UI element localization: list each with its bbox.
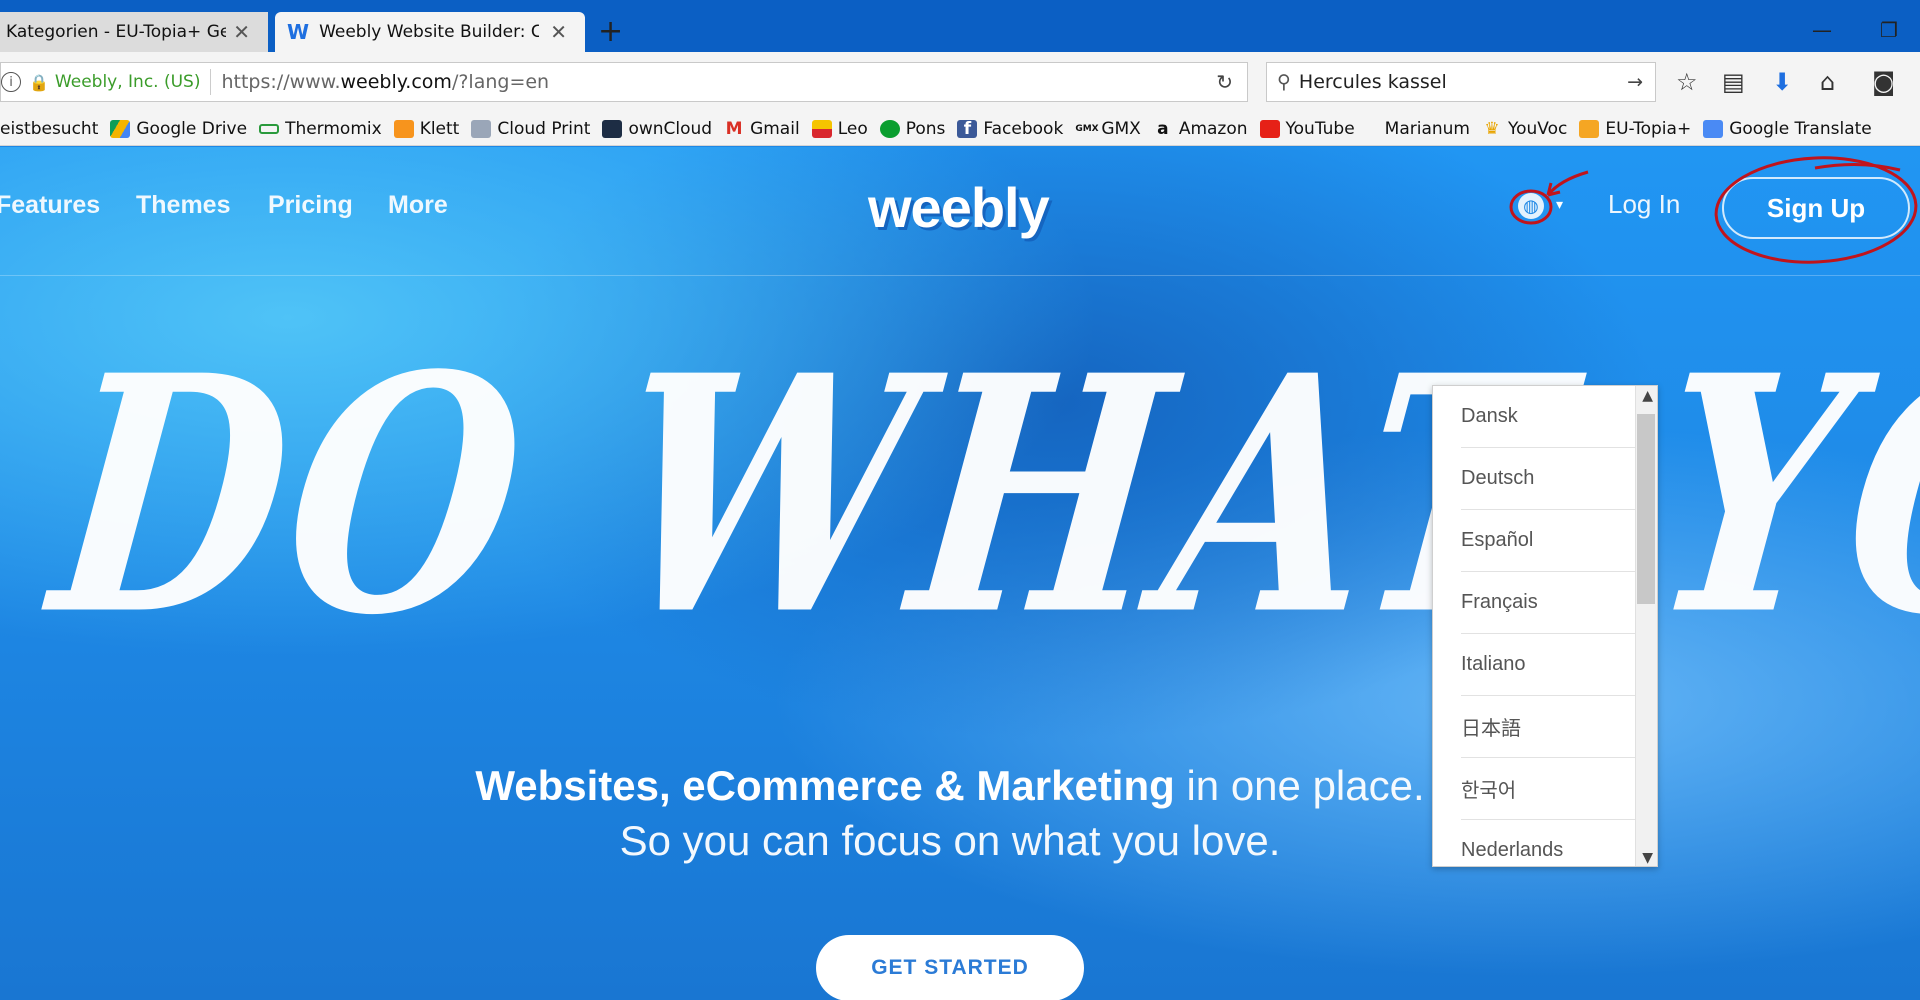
reader-list-icon[interactable]: ▤ — [1722, 68, 1745, 96]
bookmark-gmail[interactable]: M Gmail — [724, 119, 800, 139]
home-icon[interactable]: ⌂ — [1820, 68, 1835, 96]
google-translate-icon — [1703, 119, 1724, 138]
bookmark-gmx[interactable]: GMX GMX — [1075, 119, 1141, 139]
tab-title: Weebly Website Builder: Cre — [319, 22, 540, 42]
youvoc-icon: ♛ — [1484, 118, 1500, 139]
login-link[interactable]: Log In — [1608, 189, 1680, 220]
url-text[interactable]: https://www.weebly.com/?lang=en — [221, 71, 549, 93]
gmx-icon: GMX — [1075, 123, 1099, 134]
tagline-bold: Websites, eCommerce & Marketing — [475, 762, 1175, 809]
nav-more[interactable]: More — [388, 191, 448, 220]
language-option[interactable]: Français — [1461, 572, 1637, 634]
bookmarks-bar: eistbesucht Google Drive Thermomix Klett… — [0, 112, 1920, 146]
amazon-icon: a — [1157, 118, 1169, 139]
nav-pricing[interactable]: Pricing — [268, 191, 353, 220]
language-option[interactable]: Italiano — [1461, 634, 1637, 696]
address-bar[interactable]: i 🔒 Weebly, Inc. (US) https://www.weebly… — [0, 62, 1248, 102]
language-option[interactable]: Dansk — [1461, 386, 1637, 448]
search-go-icon[interactable]: → — [1627, 71, 1643, 93]
get-started-button[interactable]: GET STARTED — [816, 935, 1084, 1000]
thermomix-icon — [259, 123, 280, 134]
bookmark-youtube[interactable]: YouTube — [1259, 119, 1355, 139]
divider — [210, 69, 212, 95]
bookmark-google-translate[interactable]: Google Translate — [1703, 119, 1872, 139]
bookmark-owncloud[interactable]: ownCloud — [602, 119, 712, 139]
search-input[interactable]: ⚲ Hercules kassel → — [1266, 62, 1656, 102]
signup-button[interactable]: Sign Up — [1722, 177, 1910, 239]
navigation-toolbar: i 🔒 Weebly, Inc. (US) https://www.weebly… — [0, 52, 1920, 112]
bookmark-meistbesucht[interactable]: eistbesucht — [0, 119, 98, 139]
weebly-logo[interactable]: weebly — [868, 175, 1050, 240]
globe-icon[interactable]: ◍ — [1518, 193, 1544, 219]
language-option[interactable]: 日本語 — [1461, 696, 1637, 758]
minimize-button[interactable]: — — [1812, 18, 1832, 42]
nav-themes[interactable]: Themes — [136, 191, 230, 220]
dropdown-scrollbar[interactable]: ▲ ▼ — [1635, 386, 1657, 866]
bookmark-thermomix[interactable]: Thermomix — [259, 119, 382, 139]
tab-close-icon[interactable]: ✕ — [233, 20, 250, 44]
lock-icon: 🔒 — [29, 72, 49, 92]
scroll-down-icon[interactable]: ▼ — [1642, 850, 1653, 866]
cloud-print-icon — [471, 119, 492, 138]
tab-title: Kategorien - EU-Topia+ Ger — [6, 22, 226, 42]
tab-eu-topia[interactable]: Kategorien - EU-Topia+ Ger ✕ — [0, 12, 268, 52]
tab-strip: Kategorien - EU-Topia+ Ger ✕ W Weebly We… — [0, 12, 1920, 52]
facebook-icon: f — [957, 119, 978, 138]
bookmark-google-drive[interactable]: Google Drive — [110, 119, 247, 139]
language-dropdown: Dansk Deutsch Español Français Italiano … — [1432, 385, 1658, 867]
rss-icon — [1579, 119, 1600, 138]
bookmark-star-icon[interactable]: ☆ — [1676, 68, 1698, 96]
tagline-rest: in one place. — [1174, 762, 1425, 809]
bookmark-leo[interactable]: Leo — [811, 119, 868, 139]
window-titlebar — [0, 0, 1920, 12]
leo-icon — [811, 119, 832, 138]
restore-button[interactable]: ❐ — [1880, 18, 1898, 42]
tab-weebly[interactable]: W Weebly Website Builder: Cre ✕ — [275, 12, 585, 52]
scrollbar-thumb[interactable] — [1637, 414, 1655, 604]
nav-features[interactable]: Features — [0, 191, 100, 220]
search-icon: ⚲ — [1277, 71, 1291, 93]
bookmark-klett[interactable]: Klett — [393, 119, 459, 139]
site-identity[interactable]: Weebly, Inc. (US) — [55, 72, 201, 92]
bookmark-youvoc[interactable]: ♛ YouVoc — [1482, 119, 1567, 139]
google-drive-icon — [110, 119, 131, 138]
pons-icon — [879, 119, 900, 138]
language-option[interactable]: 한국어 — [1461, 758, 1637, 820]
info-icon[interactable]: i — [1, 72, 21, 92]
bookmark-eu-topia[interactable]: EU-Topia+ — [1579, 119, 1691, 139]
pocket-icon[interactable]: ◙ — [1872, 68, 1895, 96]
klett-icon — [393, 119, 414, 138]
chevron-down-icon[interactable]: ▾ — [1556, 197, 1563, 213]
scroll-up-icon[interactable]: ▲ — [1642, 388, 1653, 404]
language-list: Dansk Deutsch Español Français Italiano … — [1433, 386, 1637, 866]
search-value: Hercules kassel — [1298, 71, 1447, 93]
new-tab-button[interactable]: + — [598, 14, 623, 49]
owncloud-icon — [602, 119, 623, 138]
tab-close-icon[interactable]: ✕ — [550, 20, 567, 44]
language-option[interactable]: Deutsch — [1461, 448, 1637, 510]
nav-divider — [0, 275, 1920, 276]
language-option[interactable]: Español — [1461, 510, 1637, 572]
bookmark-cloud-print[interactable]: Cloud Print — [471, 119, 590, 139]
bookmark-pons[interactable]: Pons — [879, 119, 945, 139]
bookmark-facebook[interactable]: f Facebook — [957, 119, 1063, 139]
language-option[interactable]: Nederlands — [1461, 820, 1637, 866]
weebly-favicon-icon: W — [287, 20, 310, 44]
reload-icon[interactable]: ↻ — [1216, 70, 1233, 94]
weebly-homepage: Features Themes Pricing More weebly ◍ ▾ … — [0, 147, 1920, 1000]
youtube-icon — [1259, 119, 1280, 138]
gmail-icon: M — [725, 118, 743, 139]
bookmark-marianum[interactable]: Marianum — [1385, 119, 1470, 139]
download-icon[interactable]: ⬇ — [1772, 68, 1792, 96]
bookmark-amazon[interactable]: a Amazon — [1153, 118, 1247, 139]
